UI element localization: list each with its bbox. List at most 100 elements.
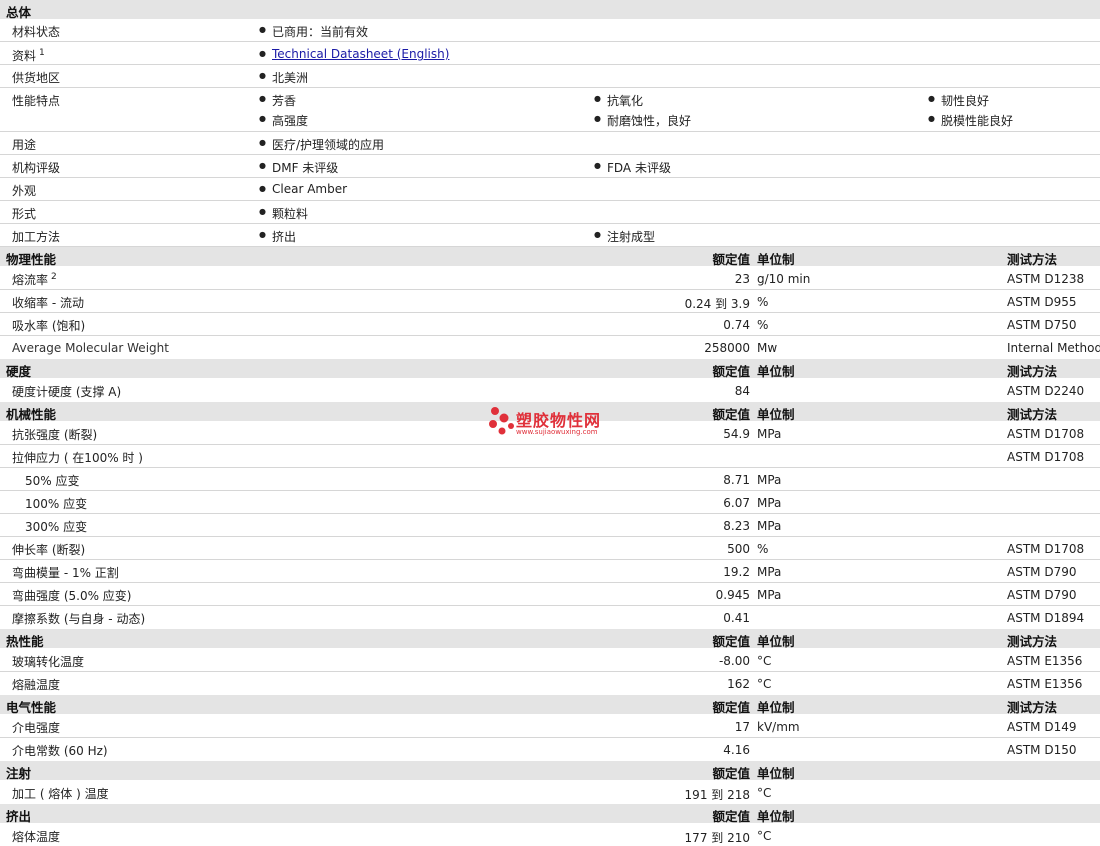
property-value: 500 <box>727 542 750 556</box>
row-processing: 加工方法 挤出 注射成型 <box>0 224 1100 247</box>
col-header-method: 测试方法 <box>1007 407 1058 422</box>
section-title: 热性能 <box>6 634 44 649</box>
test-method: ASTM D150 <box>1007 743 1077 757</box>
bullet-item: 注射成型 <box>594 228 655 245</box>
col-header-value: 额定值 <box>712 700 750 715</box>
table-row: 伸长率 (断裂) 500 % ASTM D1708 <box>0 537 1100 560</box>
row-label: 形式 <box>12 207 37 221</box>
property-sublabel: 50% 应变 <box>25 474 80 488</box>
test-method: ASTM D1708 <box>1007 427 1085 441</box>
table-row: 50% 应变 8.71 MPa <box>0 468 1100 491</box>
col-header-unit: 单位制 <box>757 407 795 422</box>
test-method: ASTM D2240 <box>1007 384 1085 398</box>
property-label: 弯曲强度 (5.0% 应变) <box>12 589 132 603</box>
table-row: 摩擦系数 (与自身 - 动态) 0.41 ASTM D1894 <box>0 606 1100 628</box>
property-sublabel: 100% 应变 <box>25 497 88 511</box>
property-sublabel: 300% 应变 <box>25 520 88 534</box>
col-header-unit: 单位制 <box>757 252 795 267</box>
row-label: 机构评级 <box>12 161 61 175</box>
row-form: 形式 颗粒料 <box>0 201 1100 224</box>
row-agency: 机构评级 DMF 未评级 FDA 未评级 <box>0 155 1100 178</box>
property-label: 摩擦系数 (与自身 - 动态) <box>12 612 146 626</box>
property-unit: % <box>757 318 769 332</box>
table-row: 弯曲模量 - 1% 正割 19.2 MPa ASTM D790 <box>0 560 1100 583</box>
test-method: ASTM D790 <box>1007 588 1077 602</box>
property-label: 弯曲模量 - 1% 正割 <box>12 566 119 580</box>
test-method: ASTM D1894 <box>1007 611 1085 625</box>
property-unit: °C <box>757 654 772 668</box>
table-row: 熔体温度 177 到 210 °C <box>0 824 1100 846</box>
property-unit: °C <box>757 829 772 843</box>
property-label: 伸长率 (断裂) <box>12 543 86 557</box>
table-row: 100% 应变 6.07 MPa <box>0 491 1100 514</box>
watermark-logo: 塑胶物性网 www.sujiaowuxing.com <box>488 405 618 441</box>
section-title: 挤出 <box>6 809 32 824</box>
row-label: 供货地区 <box>12 71 61 85</box>
datasheet: 总体 材料状态 已商用：当前有效 资料1 Technical Datasheet… <box>0 0 1100 846</box>
table-row: 介电常数 (60 Hz) 4.16 ASTM D150 <box>0 738 1100 760</box>
row-region: 供货地区 北美洲 <box>0 65 1100 88</box>
bullet-item: 抗氧化 <box>594 92 643 109</box>
property-unit: MPa <box>757 427 782 441</box>
col-header-method: 测试方法 <box>1007 700 1058 715</box>
property-unit: MPa <box>757 588 782 602</box>
table-row: 硬度计硬度 (支撑 A) 84 ASTM D2240 <box>0 379 1100 401</box>
property-label: 拉伸应力 ( 在100% 时 ) <box>12 451 143 465</box>
col-header-value: 额定值 <box>712 809 750 824</box>
bullet-item: 耐磨蚀性，良好 <box>594 112 691 129</box>
table-row: 弯曲强度 (5.0% 应变) 0.945 MPa ASTM D790 <box>0 583 1100 606</box>
section-physical-header: 物理性能 额定值 单位制 测试方法 <box>0 247 1100 267</box>
property-unit: °C <box>757 677 772 691</box>
property-value: 0.24 到 3.9 <box>684 297 750 311</box>
property-value: 6.07 <box>723 496 750 510</box>
property-label: Average Molecular Weight <box>12 341 169 355</box>
datasheet-link[interactable]: Technical Datasheet (English) <box>272 47 449 61</box>
row-docs: 资料1 Technical Datasheet (English) <box>0 42 1100 65</box>
bullet-item: 高强度 <box>259 112 308 129</box>
property-label: 硬度计硬度 (支撑 A) <box>12 385 122 399</box>
row-uses: 用途 医疗/护理领域的应用 <box>0 132 1100 155</box>
row-label: 用途 <box>12 138 37 152</box>
bullet-item: 脱模性能良好 <box>928 112 1013 129</box>
bullet-item: 韧性良好 <box>928 92 989 109</box>
bullet-item: 颗粒料 <box>259 205 308 222</box>
section-title: 物理性能 <box>6 252 57 267</box>
col-header-unit: 单位制 <box>757 766 795 781</box>
bullet-item: 挤出 <box>259 228 296 245</box>
table-row: 收缩率 - 流动 0.24 到 3.9 % ASTM D955 <box>0 290 1100 313</box>
property-label: 抗张强度 (断裂) <box>12 428 98 442</box>
property-label: 熔体温度 <box>12 830 61 844</box>
col-header-value: 额定值 <box>712 766 750 781</box>
property-value: 4.16 <box>723 743 750 757</box>
col-header-unit: 单位制 <box>757 700 795 715</box>
col-header-value: 额定值 <box>712 407 750 422</box>
property-value: 258000 <box>704 341 750 355</box>
property-value: 84 <box>734 384 750 398</box>
property-unit: kV/mm <box>757 720 800 734</box>
table-row: 吸水率 (饱和) 0.74 % ASTM D750 <box>0 313 1100 336</box>
property-value: 8.71 <box>723 473 750 487</box>
section-general-header: 总体 <box>0 0 1100 20</box>
property-label: 熔融温度 <box>12 678 61 692</box>
table-row: 加工 ( 熔体 ) 温度 191 到 218 °C <box>0 781 1100 803</box>
property-unit: Mw <box>757 341 778 355</box>
property-value: 0.74 <box>723 318 750 332</box>
property-label: 介电强度 <box>12 721 61 735</box>
bullet-item: 芳香 <box>259 92 296 109</box>
test-method: ASTM D1708 <box>1007 450 1085 464</box>
property-unit: MPa <box>757 519 782 533</box>
table-row: 介电强度 17 kV/mm ASTM D149 <box>0 715 1100 738</box>
property-value: 191 到 218 <box>684 788 750 802</box>
col-header-unit: 单位制 <box>757 809 795 824</box>
property-value: 23 <box>734 272 750 286</box>
row-label: 外观 <box>12 184 37 198</box>
property-label: 熔流率 2 <box>12 272 57 287</box>
property-unit: % <box>757 295 769 309</box>
row-label: 加工方法 <box>12 230 61 244</box>
test-method: ASTM E1356 <box>1007 677 1083 691</box>
row-appearance: 外观 Clear Amber <box>0 178 1100 201</box>
section-electrical-header: 电气性能 额定值 单位制 测试方法 <box>0 695 1100 715</box>
property-value: 162 <box>727 677 750 691</box>
table-row: Average Molecular Weight 258000 Mw Inter… <box>0 336 1100 358</box>
datasheet-link-item[interactable]: Technical Datasheet (English) <box>259 47 449 61</box>
